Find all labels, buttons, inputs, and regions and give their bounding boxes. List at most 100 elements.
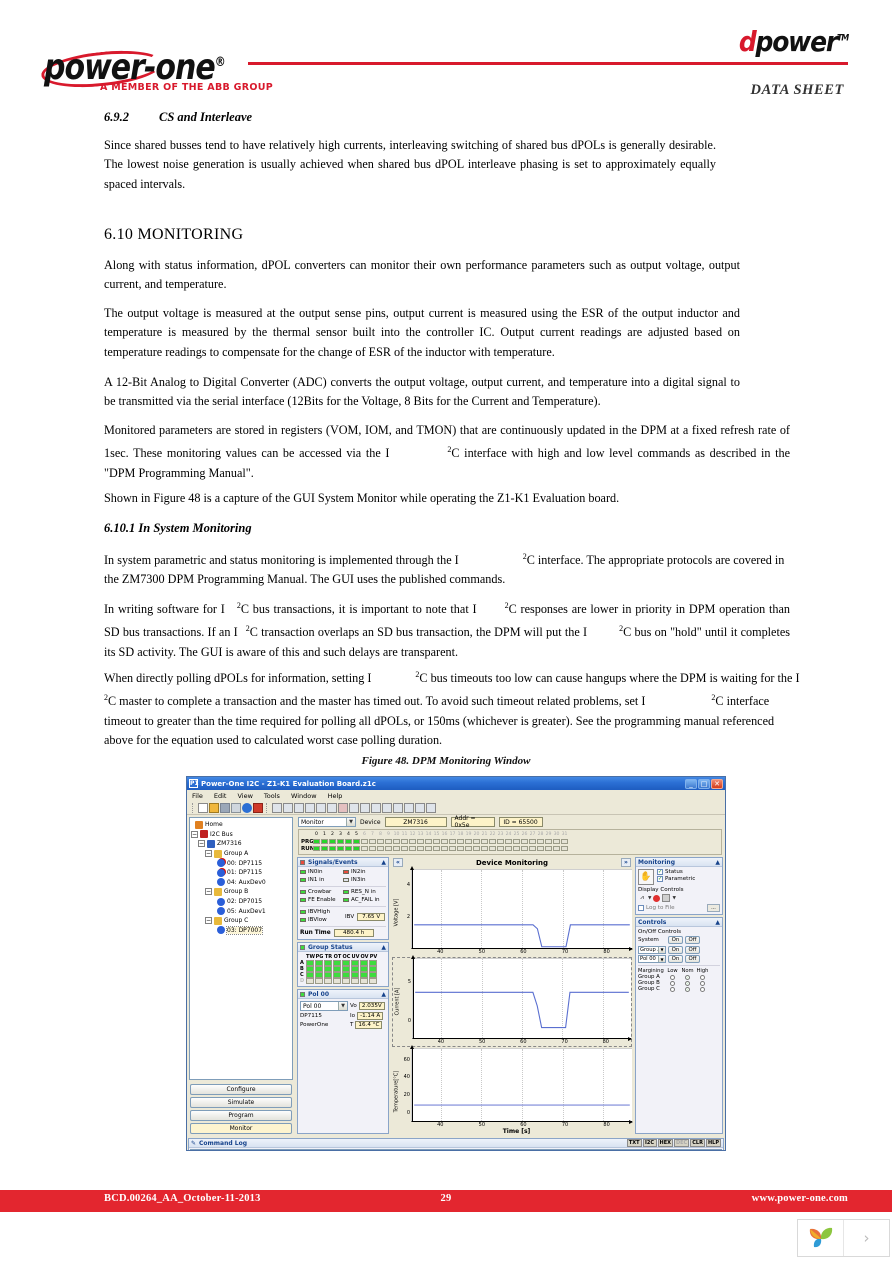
dpm-monitoring-window[interactable]: P1 Power-One I2C - Z1-K1 Evaluation Boar… bbox=[186, 776, 726, 1151]
maximize-button[interactable]: □ bbox=[698, 778, 710, 789]
save-icon[interactable] bbox=[220, 803, 230, 813]
menu-item-edit[interactable]: Edit bbox=[214, 792, 227, 800]
footer-url[interactable]: www.power-one.com bbox=[752, 1193, 848, 1204]
tree-node-group-a[interactable]: − Group A bbox=[191, 849, 291, 859]
down-icon[interactable] bbox=[360, 803, 370, 813]
menu-item-help[interactable]: Help bbox=[328, 792, 343, 800]
bit-cell[interactable] bbox=[521, 838, 528, 845]
info-icon[interactable] bbox=[242, 803, 252, 813]
bit-cell[interactable] bbox=[369, 845, 376, 852]
bit-cell[interactable] bbox=[553, 845, 560, 852]
bit-cell[interactable] bbox=[329, 845, 336, 852]
group-select[interactable]: Group A ▼ bbox=[638, 945, 666, 954]
tree-node-dev-02[interactable]: 02: DP7015 bbox=[191, 897, 291, 907]
group-status-header[interactable]: Group Status ▲ bbox=[298, 943, 388, 952]
radio-high[interactable] bbox=[700, 974, 705, 980]
window-icon[interactable] bbox=[393, 803, 403, 813]
command-log-body[interactable]: Monitoring step on 12-Sep-2012 03:06:12.… bbox=[190, 1149, 722, 1151]
refresh-icon[interactable] bbox=[371, 803, 381, 813]
collapse-icon[interactable]: ▲ bbox=[381, 859, 386, 866]
bit-cell[interactable] bbox=[505, 845, 512, 852]
chevron-down-icon[interactable]: ▼ bbox=[658, 946, 665, 953]
pol-off-button[interactable]: Off bbox=[685, 955, 700, 963]
radio-high[interactable] bbox=[700, 980, 705, 986]
tree-node-dev-03[interactable]: 03: DP7007 bbox=[191, 925, 291, 936]
monitoring-panel-header[interactable]: Monitoring ▲ bbox=[636, 858, 722, 867]
bit-cell[interactable] bbox=[473, 838, 480, 845]
txt-button[interactable]: TXT bbox=[626, 1139, 642, 1147]
bit-cell[interactable] bbox=[441, 845, 448, 852]
bit-cell[interactable] bbox=[457, 838, 464, 845]
chart-icon[interactable] bbox=[415, 803, 425, 813]
tree-node-dev-01[interactable]: 01: DP7115 bbox=[191, 868, 291, 878]
hand-tool-icon[interactable]: ✋ bbox=[638, 869, 654, 885]
bit-cell[interactable] bbox=[433, 838, 440, 845]
chevron-down-icon[interactable]: ▼ bbox=[648, 896, 651, 901]
bit-cell[interactable] bbox=[465, 838, 472, 845]
controls-panel-header[interactable]: Controls ▲ bbox=[636, 918, 722, 927]
bit-cell[interactable] bbox=[545, 845, 552, 852]
pol-on-button[interactable]: On bbox=[668, 955, 683, 963]
waveform-icon[interactable]: ⩘ bbox=[638, 894, 646, 902]
bit-cell[interactable] bbox=[441, 838, 448, 845]
checkbox-icon[interactable]: ✓ bbox=[657, 876, 663, 882]
chevron-down-icon[interactable]: ▼ bbox=[672, 896, 675, 901]
expander-zm7316[interactable]: − bbox=[198, 840, 205, 848]
bit-cell[interactable] bbox=[337, 845, 344, 852]
bit-cell[interactable] bbox=[313, 845, 320, 852]
remove-icon[interactable] bbox=[316, 803, 326, 813]
checkbox-icon[interactable]: ✓ bbox=[657, 869, 663, 875]
help-icon[interactable] bbox=[426, 803, 436, 813]
bit-cell[interactable] bbox=[481, 838, 488, 845]
close-button[interactable]: ✕ bbox=[711, 778, 723, 789]
radio-low[interactable] bbox=[670, 974, 675, 980]
menu-item-window[interactable]: Window bbox=[291, 792, 317, 800]
bit-cell[interactable] bbox=[409, 838, 416, 845]
bit-cell[interactable] bbox=[545, 838, 552, 845]
bit-cell[interactable] bbox=[321, 845, 328, 852]
group-off-button[interactable]: Off bbox=[685, 945, 700, 954]
radio-low[interactable] bbox=[670, 986, 675, 992]
scroll-up-icon[interactable]: ▲ bbox=[716, 1150, 719, 1151]
bit-cell[interactable] bbox=[377, 838, 384, 845]
bit-cell[interactable] bbox=[561, 845, 568, 852]
bit-cell[interactable] bbox=[537, 845, 544, 852]
bit-cell[interactable] bbox=[417, 838, 424, 845]
i2c-button[interactable]: I2C bbox=[642, 1139, 657, 1147]
split-icon[interactable] bbox=[294, 803, 304, 813]
command-log-scrollbar[interactable]: ▲ ▼ bbox=[714, 1150, 721, 1151]
chevron-down-icon[interactable]: ▼ bbox=[338, 1002, 347, 1010]
hlp-button[interactable]: HLP bbox=[705, 1139, 721, 1147]
record-icon[interactable] bbox=[653, 894, 661, 902]
bit-cell[interactable] bbox=[481, 845, 488, 852]
collapse-icon[interactable]: ▲ bbox=[381, 944, 386, 951]
monitor-button[interactable]: Monitor bbox=[190, 1123, 292, 1134]
table-icon[interactable] bbox=[283, 803, 293, 813]
bit-cell[interactable] bbox=[473, 845, 480, 852]
group-on-button[interactable]: On bbox=[668, 945, 683, 954]
bit-cell[interactable] bbox=[345, 838, 352, 845]
radio-high[interactable] bbox=[700, 986, 705, 992]
bit-cell[interactable] bbox=[321, 838, 328, 845]
menu-item-tools[interactable]: Tools bbox=[264, 792, 280, 800]
configure-button[interactable]: Configure bbox=[190, 1084, 292, 1095]
copy-icon[interactable] bbox=[382, 803, 392, 813]
bit-cell[interactable] bbox=[369, 838, 376, 845]
bit-cell[interactable] bbox=[497, 845, 504, 852]
collapse-icon[interactable]: ▲ bbox=[381, 991, 386, 998]
properties-icon[interactable] bbox=[327, 803, 337, 813]
bit-cell[interactable] bbox=[425, 838, 432, 845]
pol-panel-header[interactable]: Pol 00 ▲ bbox=[298, 990, 388, 999]
tree-node-group-c[interactable]: − Group C bbox=[191, 916, 291, 926]
bit-cell[interactable] bbox=[353, 838, 360, 845]
signals-panel-header[interactable]: Signals/Events ▲ bbox=[298, 858, 388, 867]
expander-group-b[interactable]: − bbox=[205, 888, 212, 896]
menu-item-file[interactable]: File bbox=[192, 792, 203, 800]
toolbar-grip-1[interactable] bbox=[192, 803, 195, 813]
next-arrow-icon[interactable]: › bbox=[844, 1220, 889, 1256]
radio-nom[interactable] bbox=[685, 980, 690, 986]
radio-nom[interactable] bbox=[685, 986, 690, 992]
tree-node-group-b[interactable]: − Group B bbox=[191, 887, 291, 897]
command-log-pin-icon[interactable]: ✎ bbox=[191, 1140, 196, 1147]
expander-group-c[interactable]: − bbox=[205, 917, 212, 925]
